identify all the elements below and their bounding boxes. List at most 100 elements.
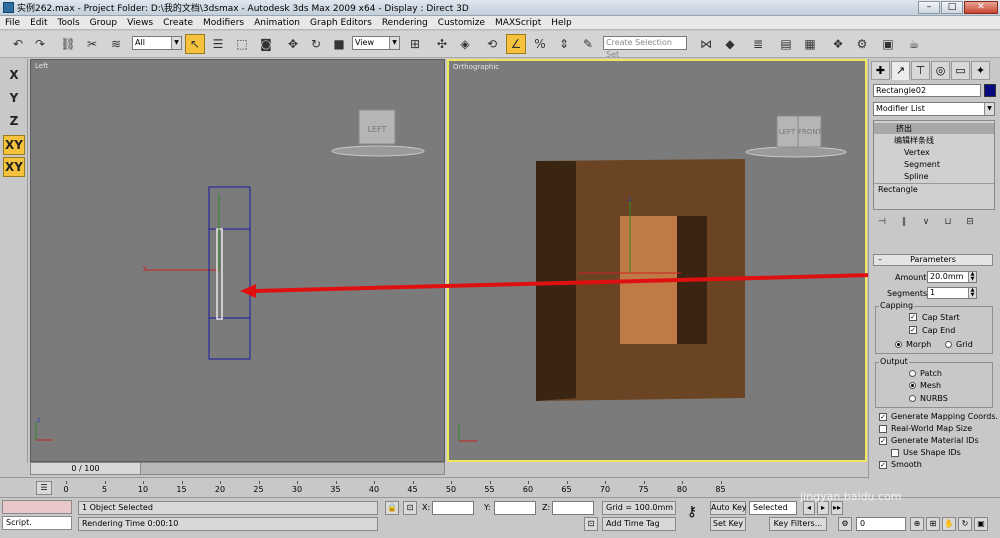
maximize-viewport-icon[interactable]: ▣	[974, 517, 988, 531]
patch-radio[interactable]	[909, 370, 916, 377]
zoom-icon[interactable]: ⊕	[910, 517, 924, 531]
stack-item-edit-spline[interactable]: 编辑样条线	[874, 135, 994, 146]
gen-material-checkbox[interactable]: ✓	[879, 437, 887, 445]
frame-tick-label: 40	[368, 485, 380, 494]
morph-radio[interactable]	[895, 341, 902, 348]
mesh-radio[interactable]	[909, 382, 916, 389]
command-panel: ✚ ↗ ⊤ ◎ ▭ ✦ Rectangle02 Modifier List ▼ 挤…	[868, 59, 1000, 479]
spinner-arrows-icon[interactable]: ▲ ▼	[968, 288, 976, 298]
frame-tick-label: 70	[599, 485, 611, 494]
zoom-all-icon[interactable]: ⊞	[926, 517, 940, 531]
stack-item-spline[interactable]: Spline	[874, 171, 994, 182]
frame-tick-label: 65	[561, 485, 572, 494]
frame-tick-label: 35	[330, 485, 341, 494]
nurbs-label: NURBS	[920, 394, 948, 403]
x-label: X:	[422, 503, 431, 512]
frame-tick	[335, 481, 337, 484]
grid-radio[interactable]	[945, 341, 952, 348]
frame-ruler[interactable]: 0 5 10 15 20 25 30 35 40 45 50 55 60 65 70 75 80 85	[63, 481, 836, 496]
next-frame-icon[interactable]: ▸▸	[831, 501, 843, 515]
prev-frame-icon[interactable]: ◂	[803, 501, 815, 515]
smooth-label: Smooth	[891, 460, 922, 469]
modify-tab-icon[interactable]: ↗	[891, 61, 910, 80]
parameters-rollout-header[interactable]: – Parameters	[873, 254, 993, 266]
time-slider-bar[interactable]: 0 / 100	[30, 462, 445, 475]
key-filters-button[interactable]: Key Filters...	[769, 517, 827, 531]
cap-end-checkbox[interactable]: ✓	[909, 326, 917, 334]
object-name-field[interactable]: Rectangle02	[873, 84, 981, 97]
frame-tick	[143, 481, 144, 484]
spinner-arrows-icon[interactable]: ▲ ▼	[968, 272, 976, 282]
maxscript-listener-mini[interactable]	[2, 500, 72, 514]
key-icon[interactable]: ⚷	[680, 505, 704, 520]
make-unique-icon[interactable]: ∨	[917, 215, 935, 229]
remove-modifier-icon[interactable]: ⊔	[939, 215, 957, 229]
frame-tick	[412, 481, 414, 484]
z-coord-input[interactable]	[552, 501, 594, 515]
stack-item-rectangle[interactable]: Rectangle	[874, 183, 994, 194]
curve-editor-mini-icon[interactable]: ☰	[36, 481, 52, 495]
render-time-status: Rendering Time 0:00:10	[78, 517, 378, 531]
add-time-tag-button[interactable]: Add Time Tag	[602, 517, 676, 531]
pan-icon[interactable]: ✋	[942, 517, 956, 531]
frame-tick-label: 75	[638, 485, 649, 494]
object-color-swatch[interactable]	[984, 84, 996, 97]
play-icon[interactable]: ▸	[817, 501, 829, 515]
y-coord-input[interactable]	[494, 501, 536, 515]
gen-mapping-checkbox[interactable]: ✓	[879, 413, 887, 421]
auto-key-button[interactable]: Auto Key	[710, 501, 747, 515]
show-end-result-icon[interactable]: ‖	[895, 215, 913, 229]
stack-item-segment[interactable]: Segment	[874, 159, 994, 170]
stack-tools: ⊣ ‖ ∨ ⊔ ⊟	[873, 215, 995, 231]
selected-dropdown[interactable]: Selected	[749, 501, 797, 515]
cap-start-checkbox[interactable]: ✓	[909, 313, 917, 321]
time-tag-icon[interactable]: ⊡	[584, 517, 598, 531]
smooth-checkbox[interactable]: ✓	[879, 461, 887, 469]
frame-tick	[682, 481, 683, 484]
frame-tick	[720, 481, 722, 484]
real-world-checkbox[interactable]	[879, 425, 887, 433]
use-shape-checkbox[interactable]	[891, 449, 899, 457]
frame-tick	[374, 481, 375, 484]
frame-tick	[104, 481, 106, 484]
frame-tick	[181, 481, 183, 484]
nurbs-radio[interactable]	[909, 395, 916, 402]
lock-selection-icon[interactable]: 🔒	[385, 501, 399, 515]
modifier-list-dropdown[interactable]: Modifier List ▼	[873, 102, 995, 116]
patch-label: Patch	[920, 369, 942, 378]
stack-item-vertex[interactable]: Vertex	[874, 147, 994, 158]
maxscript-input[interactable]: Script.	[2, 516, 72, 530]
absolute-mode-icon[interactable]: ⊡	[403, 501, 417, 515]
time-slider[interactable]: 0 / 100	[31, 463, 141, 474]
capping-title: Capping	[879, 301, 915, 310]
set-key-button[interactable]: Set Key	[710, 517, 746, 531]
track-bar[interactable]: ☰ 0 5 10 15 20 25 30 35 40 45 50 55 60 65 70 75 80 85	[0, 477, 868, 497]
x-coord-input[interactable]	[432, 501, 474, 515]
frame-tick	[643, 481, 645, 484]
output-title: Output	[879, 357, 909, 366]
motion-tab-icon[interactable]: ◎	[931, 61, 950, 80]
orbit-icon[interactable]: ↻	[958, 517, 972, 531]
utilities-tab-icon[interactable]: ✦	[971, 61, 990, 80]
create-tab-icon[interactable]: ✚	[871, 61, 890, 80]
cap-end-label: Cap End	[922, 326, 956, 335]
time-config-icon[interactable]: ⚙	[838, 517, 852, 531]
display-tab-icon[interactable]: ▭	[951, 61, 970, 80]
frame-tick-label: 25	[253, 485, 264, 494]
z-label: Z:	[542, 503, 551, 512]
pin-stack-icon[interactable]: ⊣	[873, 215, 891, 229]
stack-item-extrude[interactable]: 挤出	[874, 123, 994, 134]
hierarchy-tab-icon[interactable]: ⊤	[911, 61, 930, 80]
frame-tick-label: 0	[63, 485, 69, 494]
real-world-label: Real-World Map Size	[891, 424, 973, 433]
frame-tick	[489, 481, 491, 484]
frame-tick-label: 5	[101, 485, 108, 494]
segments-spinner[interactable]: 1 ▲ ▼	[927, 287, 977, 299]
frame-tick	[220, 481, 221, 484]
current-frame-input[interactable]: 0	[856, 517, 906, 531]
configure-sets-icon[interactable]: ⊟	[961, 215, 979, 229]
use-shape-label: Use Shape IDs	[903, 448, 961, 457]
frame-tick-label: 50	[445, 485, 457, 494]
modifier-stack: 挤出 编辑样条线 Vertex Segment Spline Rectangle	[873, 120, 995, 210]
amount-spinner[interactable]: 20.0mm ▲ ▼	[927, 271, 977, 283]
